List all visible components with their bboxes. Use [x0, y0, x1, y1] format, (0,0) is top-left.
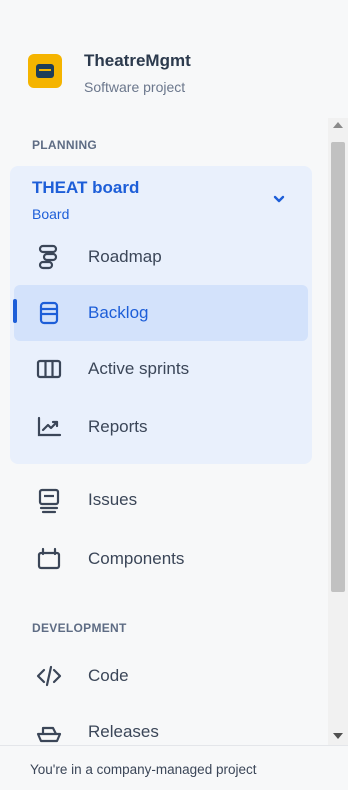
- section-label-development: DEVELOPMENT: [32, 621, 127, 635]
- ship-icon: [36, 726, 62, 743]
- project-sidebar: TheatreMgmt Software project PLANNING TH…: [0, 0, 348, 790]
- components-icon: [37, 547, 61, 570]
- sidebar-item-label: Backlog: [88, 303, 149, 322]
- project-type: Software project: [84, 79, 186, 95]
- sidebar-item-issues[interactable]: Issues: [14, 472, 308, 528]
- footer-text: You're in a company-managed project: [30, 762, 257, 777]
- sidebar-item-label: Roadmap: [88, 247, 162, 266]
- sidebar-item-active-sprints[interactable]: Active sprints: [14, 341, 308, 397]
- roadmap-icon: [38, 244, 58, 270]
- issues-icon: [38, 488, 60, 514]
- sidebar-item-label: Issues: [88, 490, 138, 509]
- sidebar-item-label: Components: [88, 549, 185, 568]
- sidebar-item-roadmap[interactable]: Roadmap: [14, 229, 308, 285]
- sidebar-item-label: Releases: [88, 722, 159, 741]
- scrollbar-thumb[interactable]: [331, 142, 345, 592]
- chart-icon: [37, 416, 62, 437]
- active-indicator: [13, 299, 17, 323]
- sidebar-item-releases[interactable]: Releases: [14, 704, 308, 745]
- project-text: TheatreMgmt Software project: [84, 50, 191, 98]
- sidebar-item-code[interactable]: Code: [14, 648, 308, 704]
- board-title[interactable]: THEAT board: [32, 178, 139, 198]
- project-avatar-icon: [28, 54, 62, 88]
- sidebar-item-components[interactable]: Components: [14, 531, 308, 587]
- chevron-down-icon[interactable]: [272, 192, 286, 206]
- columns-icon: [36, 359, 62, 379]
- sidebar-scrollbar[interactable]: [328, 118, 348, 745]
- scroll-up-icon[interactable]: [333, 122, 343, 128]
- backlog-icon: [39, 301, 59, 325]
- board-subtitle: Board: [32, 206, 70, 222]
- sidebar-item-backlog[interactable]: Backlog: [14, 285, 308, 341]
- section-label-planning: PLANNING: [32, 138, 98, 152]
- sidebar-scroll-area: TheatreMgmt Software project PLANNING TH…: [0, 0, 326, 745]
- scroll-down-icon[interactable]: [333, 733, 343, 739]
- project-name: TheatreMgmt: [84, 51, 191, 70]
- sidebar-footer: You're in a company-managed project: [0, 745, 348, 790]
- sidebar-item-label: Active sprints: [88, 359, 190, 378]
- code-icon: [36, 665, 62, 687]
- project-header[interactable]: TheatreMgmt Software project: [28, 48, 191, 98]
- sidebar-item-reports[interactable]: Reports: [14, 399, 308, 455]
- sidebar-item-label: Code: [88, 666, 129, 685]
- sidebar-item-label: Reports: [88, 417, 148, 436]
